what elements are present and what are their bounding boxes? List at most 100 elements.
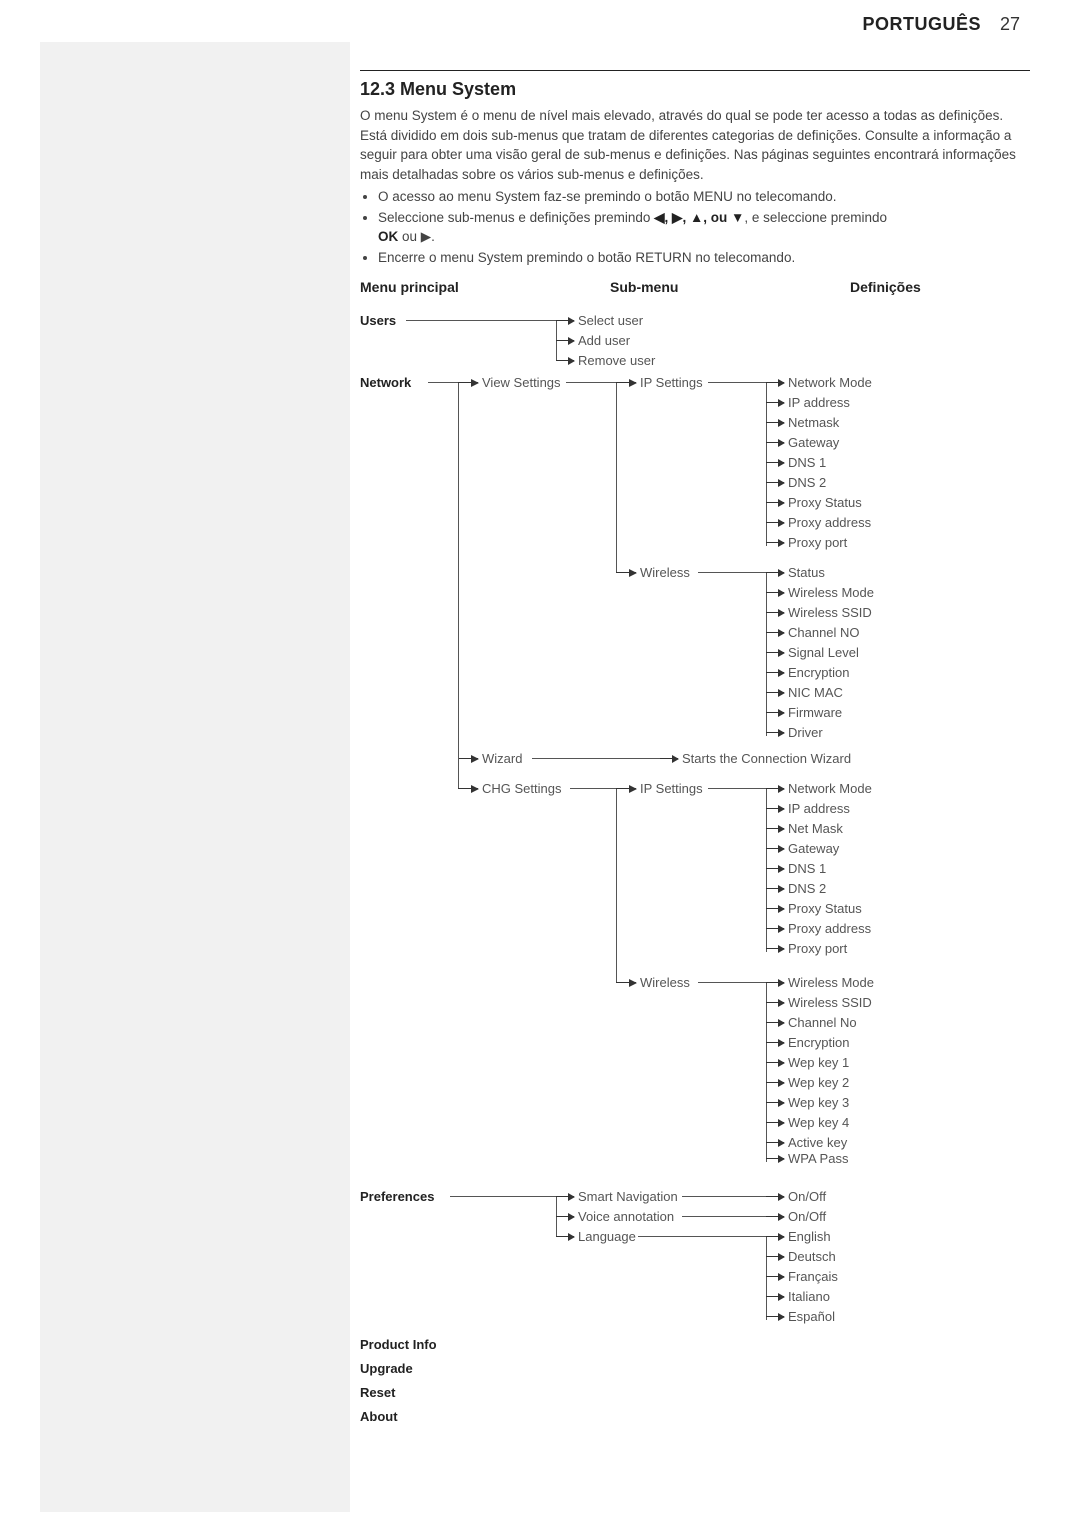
arrow-icon	[766, 732, 784, 734]
sub-voice-annotation: Voice annotation	[578, 1208, 674, 1226]
connector	[570, 788, 616, 790]
arrow-icon	[766, 402, 784, 404]
connector	[708, 382, 766, 384]
def-item: Encryption	[788, 1034, 849, 1052]
main-about: About	[360, 1408, 398, 1426]
def-lang: Français	[788, 1268, 838, 1286]
arrow-icon	[766, 808, 784, 810]
connector	[406, 320, 556, 322]
def-item: Proxy address	[788, 514, 871, 532]
main-network: Network	[360, 374, 411, 392]
arrow-icon	[766, 672, 784, 674]
arrow-icon	[766, 422, 784, 424]
arrow-icon	[616, 572, 636, 574]
arrow-icon	[766, 1082, 784, 1084]
arrow-icon	[766, 442, 784, 444]
instruction-text: , e seleccione premindo	[744, 210, 887, 225]
arrow-icon	[766, 382, 784, 384]
col-head-sub: Sub-menu	[610, 278, 678, 298]
arrow-icon	[556, 340, 574, 342]
def-item: Net Mask	[788, 820, 843, 838]
arrow-icon	[766, 948, 784, 950]
sub-language: Language	[578, 1228, 636, 1246]
sub-remove-user: Remove user	[578, 352, 655, 370]
sub-ip-settings: IP Settings	[640, 374, 703, 392]
connector	[458, 382, 460, 778]
connector	[682, 1196, 766, 1198]
def-item: Proxy address	[788, 920, 871, 938]
arrow-icon	[766, 1102, 784, 1104]
arrow-icon	[556, 320, 574, 322]
def-item: Wep key 1	[788, 1054, 849, 1072]
arrow-icon	[766, 888, 784, 890]
instruction-text: ou ▶.	[398, 229, 435, 244]
def-item: Driver	[788, 724, 823, 742]
arrow-icon	[766, 522, 784, 524]
arrow-icon	[766, 1022, 784, 1024]
def-item: Wep key 4	[788, 1114, 849, 1132]
arrow-icon	[766, 1042, 784, 1044]
def-item: Proxy Status	[788, 494, 862, 512]
instruction-text: O acesso ao menu System faz-se premindo …	[378, 189, 836, 204]
section-title: 12.3 Menu System	[360, 77, 1030, 102]
def-lang: Italiano	[788, 1288, 830, 1306]
def-item: IP address	[788, 800, 850, 818]
def-item: Firmware	[788, 704, 842, 722]
menu-tree-diagram: Menu principal Sub-menu Definições Users…	[360, 278, 1030, 1458]
connector	[532, 758, 660, 760]
main-preferences: Preferences	[360, 1188, 434, 1206]
arrow-icon	[766, 1142, 784, 1144]
def-lang: Deutsch	[788, 1248, 836, 1266]
connector	[450, 1196, 556, 1198]
arrow-icon	[766, 1062, 784, 1064]
def-item: Wireless Mode	[788, 584, 874, 602]
def-item: DNS 1	[788, 860, 826, 878]
instruction-list: O acesso ao menu System faz-se premindo …	[360, 188, 1030, 268]
def-item: DNS 2	[788, 474, 826, 492]
connector	[708, 788, 766, 790]
sub-wireless-chg: Wireless	[640, 974, 690, 992]
def-item: Encryption	[788, 664, 849, 682]
arrow-icon	[660, 758, 678, 760]
def-item: Proxy port	[788, 534, 847, 552]
arrow-icon	[616, 788, 636, 790]
def-item: Proxy Status	[788, 900, 862, 918]
arrow-icon	[766, 482, 784, 484]
def-item: Gateway	[788, 434, 839, 452]
def-item: Wireless SSID	[788, 994, 872, 1012]
instruction-item: Encerre o menu System premindo o botão R…	[378, 249, 1030, 268]
ok-label: OK	[378, 229, 398, 244]
connector	[458, 758, 460, 788]
section-rule	[360, 70, 1030, 71]
def-item: Channel NO	[788, 624, 860, 642]
def-item: Gateway	[788, 840, 839, 858]
def-onoff: On/Off	[788, 1188, 826, 1206]
sub-smart-nav: Smart Navigation	[578, 1188, 678, 1206]
arrow-icon	[766, 1236, 784, 1238]
arrow-icon	[766, 572, 784, 574]
def-item: Wireless SSID	[788, 604, 872, 622]
arrow-icon	[766, 1276, 784, 1278]
connector	[698, 572, 766, 574]
arrow-icon	[766, 712, 784, 714]
connector	[698, 982, 766, 984]
arrow-icon	[766, 1122, 784, 1124]
arrow-icon	[458, 788, 478, 790]
def-item: WPA Pass	[788, 1150, 848, 1168]
content-area: 12.3 Menu System O menu System é o menu …	[360, 70, 1030, 1458]
arrow-icon	[616, 982, 636, 984]
arrow-icon	[556, 1216, 574, 1218]
connector	[766, 982, 768, 1162]
arrow-icon	[616, 382, 636, 384]
intro-paragraph: O menu System é o menu de nível mais ele…	[360, 106, 1030, 184]
arrow-icon	[766, 502, 784, 504]
def-lang: English	[788, 1228, 831, 1246]
def-item: Wep key 3	[788, 1094, 849, 1112]
arrow-icon	[556, 360, 574, 362]
arrow-icon	[766, 542, 784, 544]
left-margin-strip	[40, 42, 350, 1512]
arrow-icon	[458, 382, 478, 384]
page-header: PORTUGUÊS 27	[862, 14, 1020, 35]
arrow-icon	[766, 908, 784, 910]
main-users: Users	[360, 312, 396, 330]
